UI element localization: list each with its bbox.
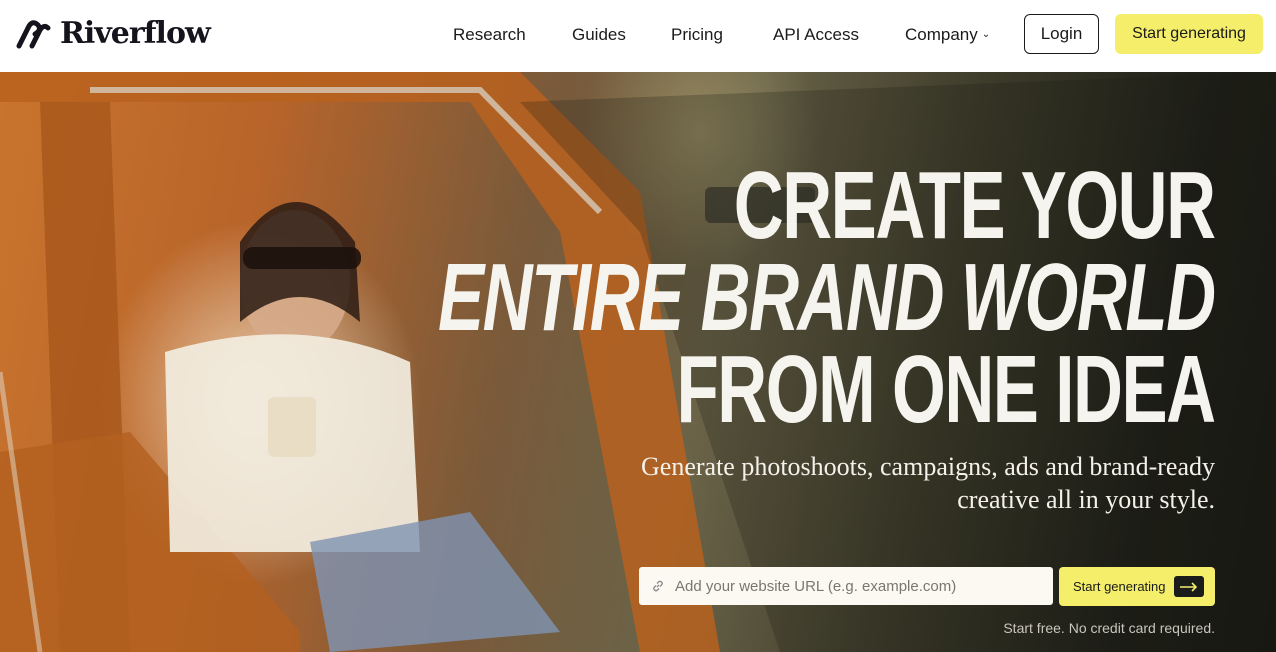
headline-line-1: CREATE YOUR xyxy=(734,152,1216,259)
hero-start-generating-label: Start generating xyxy=(1073,579,1166,594)
hero-headline: CREATE YOUR ENTIRE BRAND WORLD FROM ONE … xyxy=(136,152,1217,443)
nav-link-api-access[interactable]: API Access xyxy=(773,0,859,70)
arrow-right-icon xyxy=(1173,576,1204,597)
subtitle-line-2: creative all in your style. xyxy=(957,485,1215,514)
hero-start-generating-button[interactable]: Start generating xyxy=(1059,567,1215,606)
hero-subtitle: Generate photoshoots, campaigns, ads and… xyxy=(615,450,1215,516)
hero-section: CREATE YOUR ENTIRE BRAND WORLD FROM ONE … xyxy=(0,72,1276,652)
nav-link-research[interactable]: Research xyxy=(453,0,526,70)
headline-line-2: ENTIRE BRAND WORLD xyxy=(438,244,1216,351)
brand-logo[interactable]: Riverflow xyxy=(16,14,211,54)
brand-name: Riverflow xyxy=(60,16,211,51)
nav-link-company-label: Company xyxy=(905,25,978,44)
nav-link-guides[interactable]: Guides xyxy=(572,0,626,70)
top-navigation: Riverflow Research Guides Pricing API Ac… xyxy=(0,0,1276,72)
subtitle-line-1: Generate photoshoots, campaigns, ads and… xyxy=(641,452,1215,481)
website-url-input[interactable] xyxy=(673,576,1037,596)
login-button[interactable]: Login xyxy=(1024,14,1099,54)
nav-dropdown-company[interactable]: Company ⌄ xyxy=(905,0,990,70)
headline-line-3: FROM ONE IDEA xyxy=(676,336,1217,443)
website-url-field[interactable] xyxy=(639,567,1053,605)
no-credit-card-note: Start free. No credit card required. xyxy=(1003,620,1215,636)
chevron-down-icon: ⌄ xyxy=(981,28,991,40)
nav-link-pricing[interactable]: Pricing xyxy=(671,0,723,70)
riverflow-logo-icon xyxy=(16,20,51,49)
start-generating-button[interactable]: Start generating xyxy=(1115,14,1263,54)
link-icon xyxy=(653,580,663,592)
